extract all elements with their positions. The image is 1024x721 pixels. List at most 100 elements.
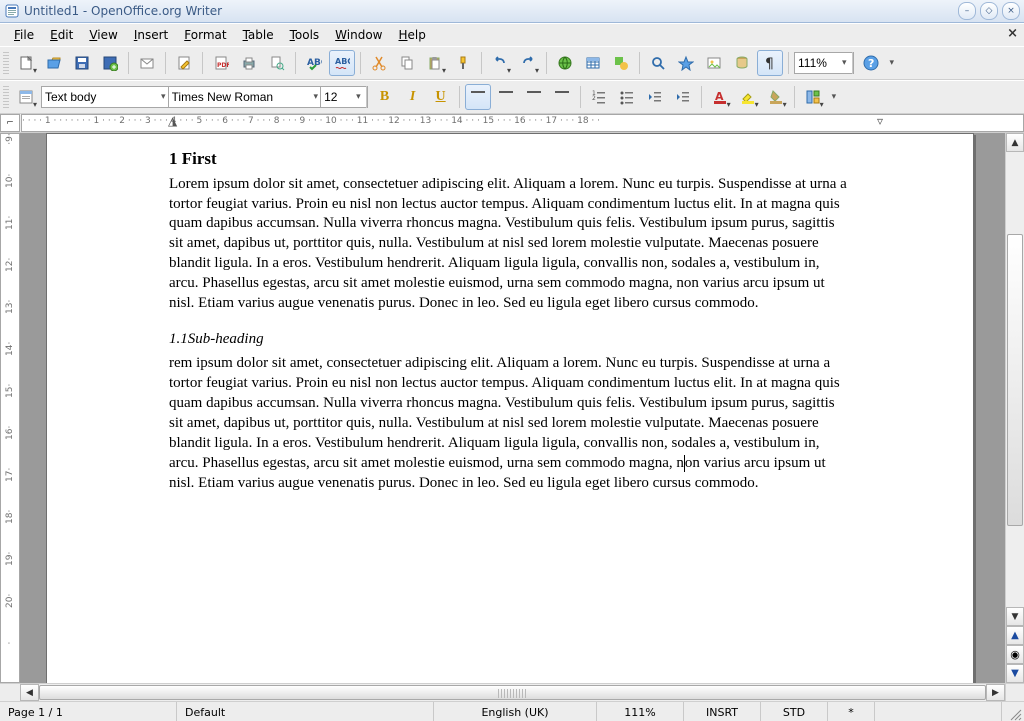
export-pdf-button[interactable]: PDF <box>208 50 234 76</box>
copy-button[interactable] <box>394 50 420 76</box>
vscroll-track[interactable] <box>1006 152 1024 607</box>
menu-file[interactable]: File <box>6 26 42 44</box>
undo-button[interactable] <box>487 50 513 76</box>
help-button[interactable]: ? <box>858 50 884 76</box>
italic-button[interactable]: I <box>400 84 426 110</box>
save-as-button[interactable] <box>97 50 123 76</box>
format-paintbrush-button[interactable] <box>450 50 476 76</box>
menu-table[interactable]: Table <box>235 26 282 44</box>
scroll-down-button[interactable]: ▼ <box>1006 607 1024 626</box>
scroll-left-button[interactable]: ◀ <box>20 684 39 701</box>
minimize-button[interactable]: – <box>958 2 976 20</box>
increase-indent-button[interactable] <box>670 84 696 110</box>
numbered-list-button[interactable]: 12 <box>586 84 612 110</box>
subheading[interactable]: 1.1Sub-heading <box>169 330 851 350</box>
close-button[interactable]: × <box>1002 2 1020 20</box>
horizontal-scrollbar[interactable]: ◀ ▶ <box>0 683 1024 701</box>
cut-button[interactable] <box>366 50 392 76</box>
status-style[interactable]: Default <box>177 702 434 721</box>
right-indent-marker-icon[interactable]: ▿ <box>877 114 883 128</box>
redo-button[interactable] <box>515 50 541 76</box>
font-size-combo[interactable] <box>320 86 368 108</box>
vscroll-thumb[interactable] <box>1007 234 1023 526</box>
document-viewport[interactable]: 1 First Lorem ipsum dolor sit amet, cons… <box>20 133 1005 683</box>
ruler-row: ⌐ · · · · 1 · · · · · · · 1 · · · 2 · · … <box>0 114 1024 133</box>
open-button[interactable] <box>41 50 67 76</box>
hscroll-track[interactable] <box>39 684 986 701</box>
scroll-up-button[interactable]: ▲ <box>1006 133 1024 152</box>
status-selection-mode[interactable]: STD <box>761 702 828 721</box>
print-button[interactable] <box>236 50 262 76</box>
bullet-list-button[interactable] <box>614 84 640 110</box>
standard-toolbar: PDF ABC ABC ¶ ▾ ? ▾ <box>0 46 1024 80</box>
bold-button[interactable]: B <box>372 84 398 110</box>
background-color-button[interactable] <box>763 84 789 110</box>
align-justify-button[interactable] <box>549 84 575 110</box>
align-right-button[interactable] <box>521 84 547 110</box>
gallery-button[interactable] <box>701 50 727 76</box>
toolbar2-overflow-icon[interactable]: ▾ <box>832 92 837 102</box>
find-button[interactable] <box>645 50 671 76</box>
show-draw-button[interactable] <box>608 50 634 76</box>
highlight-button[interactable] <box>735 84 761 110</box>
hscroll-thumb[interactable] <box>39 685 986 700</box>
menu-window[interactable]: Window <box>327 26 390 44</box>
scroll-right-button[interactable]: ▶ <box>986 684 1005 701</box>
indent-marker-icon[interactable]: ◮ <box>168 114 177 128</box>
zoom-combo[interactable] <box>794 52 854 74</box>
paragraph-2[interactable]: rem ipsum dolor sit amet, consectetuer a… <box>169 354 851 494</box>
prev-page-button[interactable]: ▲ <box>1006 626 1024 645</box>
navigation-button[interactable]: ◉ <box>1006 645 1024 664</box>
font-color-button[interactable]: A <box>707 84 733 110</box>
status-zoom[interactable]: 111% <box>597 702 684 721</box>
hyperlink-button[interactable] <box>552 50 578 76</box>
status-page[interactable]: Page 1 / 1 <box>0 702 177 721</box>
status-insert-mode[interactable]: INSRT <box>684 702 761 721</box>
toolbar-grip-2[interactable] <box>3 86 9 108</box>
svg-text:?: ? <box>868 57 874 70</box>
auto-spellcheck-button[interactable]: ABC <box>329 50 355 76</box>
paragraph-style-combo[interactable] <box>41 86 173 108</box>
menu-view[interactable]: View <box>81 26 125 44</box>
underline-button[interactable]: U <box>428 84 454 110</box>
edit-file-button[interactable] <box>171 50 197 76</box>
save-button[interactable] <box>69 50 95 76</box>
status-modified[interactable]: * <box>828 702 875 721</box>
toolbar-grip[interactable] <box>3 52 9 74</box>
window-titlebar: Untitled1 - OpenOffice.org Writer – ◇ × <box>0 0 1024 23</box>
email-button[interactable] <box>134 50 160 76</box>
nonprinting-chars-button[interactable]: ¶ <box>757 50 783 76</box>
data-sources-button[interactable] <box>729 50 755 76</box>
menu-edit[interactable]: Edit <box>42 26 81 44</box>
menu-help[interactable]: Help <box>391 26 434 44</box>
decrease-indent-button[interactable] <box>642 84 668 110</box>
spellcheck-button[interactable]: ABC <box>301 50 327 76</box>
ruler-corner[interactable]: ⌐ <box>0 114 20 132</box>
table-button[interactable] <box>580 50 606 76</box>
paste-button[interactable] <box>422 50 448 76</box>
font-name-combo[interactable] <box>168 86 326 108</box>
page[interactable]: 1 First Lorem ipsum dolor sit amet, cons… <box>46 133 974 683</box>
print-preview-button[interactable] <box>264 50 290 76</box>
styles-button[interactable] <box>13 84 39 110</box>
paragraph-1[interactable]: Lorem ipsum dolor sit amet, consectetuer… <box>169 175 851 315</box>
resize-grip-icon[interactable] <box>1002 702 1024 721</box>
menu-format[interactable]: Format <box>176 26 234 44</box>
menu-insert[interactable]: Insert <box>126 26 176 44</box>
insert-frame-button[interactable] <box>800 84 826 110</box>
toolbar-overflow-icon[interactable]: ▾ <box>890 58 895 68</box>
heading-1[interactable]: 1 First <box>169 148 851 171</box>
window-title: Untitled1 - OpenOffice.org Writer <box>24 4 958 18</box>
navigator-button[interactable] <box>673 50 699 76</box>
next-page-button[interactable]: ▼ <box>1006 664 1024 683</box>
horizontal-ruler[interactable]: · · · · 1 · · · · · · · 1 · · · 2 · · · … <box>21 114 1024 132</box>
new-button[interactable] <box>13 50 39 76</box>
document-close-icon[interactable]: × <box>1007 26 1018 41</box>
align-left-button[interactable] <box>465 84 491 110</box>
maximize-button[interactable]: ◇ <box>980 2 998 20</box>
vertical-ruler[interactable]: ·9·10·11·12·13·14·15·16·17·18·19·20·· <box>0 133 20 683</box>
vertical-scrollbar[interactable]: ▲ ▼ ▲ ◉ ▼ <box>1005 133 1024 683</box>
status-language[interactable]: English (UK) <box>434 702 597 721</box>
align-center-button[interactable] <box>493 84 519 110</box>
menu-tools[interactable]: Tools <box>282 26 328 44</box>
